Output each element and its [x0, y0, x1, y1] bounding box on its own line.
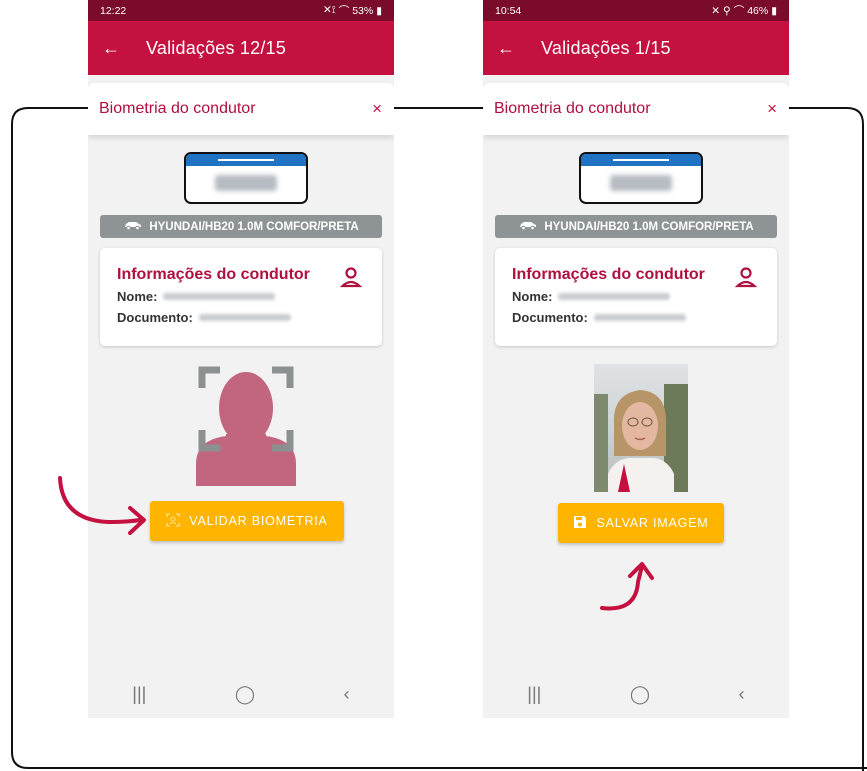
- signal-icon: ✕⟟: [322, 4, 336, 16]
- recent-apps-icon[interactable]: |||: [132, 684, 146, 705]
- app-bar: ← Validações 12/15: [88, 21, 394, 75]
- back-nav-icon[interactable]: ‹: [344, 684, 350, 705]
- battery-text: 46%: [747, 4, 769, 17]
- name-value-blurred: [558, 293, 671, 300]
- name-label: Nome:: [512, 289, 553, 304]
- car-icon: [518, 220, 538, 233]
- status-time: 10:54: [495, 4, 522, 17]
- left-phone-screen: 12:22 ✕⟟ ⌒ 53% ▮ ← Validações 12/15 Biom…: [88, 0, 394, 718]
- sheet-header: Biometria do condutor ×: [88, 83, 394, 135]
- status-bar: 12:22 ✕⟟ ⌒ 53% ▮: [88, 0, 394, 21]
- document-label: Documento:: [512, 310, 588, 325]
- battery-text: 53%: [352, 4, 374, 17]
- app-bar: ← Validações 1/15: [483, 21, 789, 75]
- back-arrow-icon[interactable]: ←: [497, 38, 527, 59]
- home-icon[interactable]: ◯: [630, 684, 650, 705]
- save-icon: [573, 515, 587, 532]
- name-label: Nome:: [117, 289, 158, 304]
- vehicle-badge: HYUNDAI/HB20 1.0M COMFOR/PRETA: [100, 215, 382, 238]
- user-icon: [339, 266, 363, 293]
- recent-apps-icon[interactable]: |||: [527, 684, 541, 705]
- back-arrow-icon[interactable]: ←: [102, 38, 132, 59]
- face-scan-icon: [166, 512, 180, 530]
- close-icon[interactable]: ×: [372, 99, 382, 119]
- wifi-icon: ⌒: [733, 5, 745, 17]
- vehicle-text: HYUNDAI/HB20 1.0M COMFOR/PRETA: [149, 220, 359, 233]
- vehicle-badge: HYUNDAI/HB20 1.0M COMFOR/PRETA: [495, 215, 777, 238]
- wifi-icon: ⌒: [338, 5, 350, 17]
- car-icon: [123, 220, 143, 233]
- back-nav-icon[interactable]: ‹: [739, 684, 745, 705]
- battery-icon: ▮: [376, 4, 382, 17]
- location-icon: ⚲: [723, 4, 731, 17]
- button-label: VALIDAR BIOMETRIA: [189, 514, 328, 528]
- system-nav-bar: ||| ◯ ‹: [88, 670, 394, 718]
- button-label: SALVAR IMAGEM: [596, 516, 709, 530]
- name-value-blurred: [163, 293, 276, 300]
- sheet-title: Biometria do condutor: [494, 100, 651, 117]
- system-nav-bar: ||| ◯ ‹: [483, 670, 789, 718]
- captured-face-photo: [594, 364, 688, 492]
- driver-info-card: Informações do condutor Nome: Documento:: [100, 248, 382, 346]
- document-value-blurred: [198, 314, 291, 321]
- user-icon: [734, 266, 758, 293]
- document-label: Documento:: [117, 310, 193, 325]
- sheet-header: Biometria do condutor ×: [483, 83, 789, 135]
- document-value-blurred: [593, 314, 686, 321]
- vehicle-text: HYUNDAI/HB20 1.0M COMFOR/PRETA: [544, 220, 754, 233]
- plate-number-blurred: [215, 175, 277, 191]
- battery-icon: ▮: [771, 4, 777, 17]
- status-time: 12:22: [100, 4, 127, 17]
- page-title: Validações 1/15: [541, 37, 671, 58]
- save-image-button[interactable]: SALVAR IMAGEM: [558, 503, 724, 543]
- status-bar: 10:54 ✕ ⚲ ⌒ 46% ▮: [483, 0, 789, 21]
- license-plate: [579, 152, 703, 204]
- sheet-title: Biometria do condutor: [99, 100, 256, 117]
- face-placeholder: [186, 360, 306, 491]
- close-icon[interactable]: ×: [767, 99, 777, 119]
- plate-number-blurred: [610, 175, 672, 191]
- signal-icon: ✕: [711, 4, 720, 17]
- right-phone-screen: 10:54 ✕ ⚲ ⌒ 46% ▮ ← Validações 1/15 Biom…: [483, 0, 789, 718]
- license-plate: [184, 152, 308, 204]
- driver-info-card: Informações do condutor Nome: Documento:: [495, 248, 777, 346]
- home-icon[interactable]: ◯: [235, 684, 255, 705]
- page-title: Validações 12/15: [146, 37, 286, 58]
- validate-biometrics-button[interactable]: VALIDAR BIOMETRIA: [150, 501, 344, 541]
